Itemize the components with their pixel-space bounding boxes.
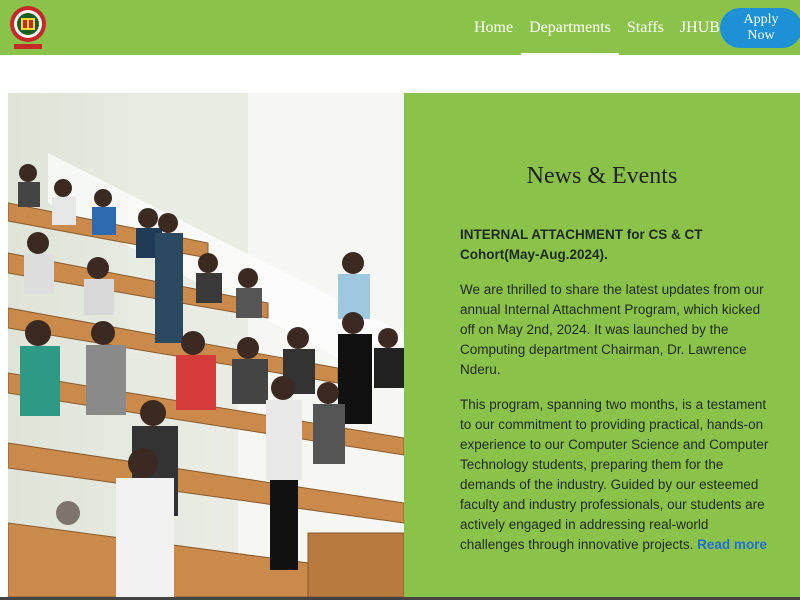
news-events-title: News & Events bbox=[526, 163, 678, 189]
news-body: INTERNAL ATTACHMENT for CS & CT Cohort(M… bbox=[460, 225, 772, 570]
news-events-panel: News & Events INTERNAL ATTACHMENT for CS… bbox=[404, 93, 800, 597]
nav-home[interactable]: Home bbox=[466, 0, 521, 55]
top-header: Home Departments Staffs JHUB Apply Now bbox=[0, 0, 800, 55]
news-paragraph-2: This program, spanning two months, is a … bbox=[460, 395, 772, 555]
nav-departments[interactable]: Departments bbox=[521, 0, 619, 55]
news-paragraph-1: We are thrilled to share the latest upda… bbox=[460, 282, 764, 377]
apply-now-button[interactable]: Apply Now bbox=[720, 8, 800, 48]
main-nav: Home Departments Staffs JHUB bbox=[466, 0, 728, 55]
university-crest-icon[interactable] bbox=[8, 2, 48, 52]
lecture-hall-photo bbox=[8, 93, 404, 597]
news-paragraph-2-text: This program, spanning two months, is a … bbox=[460, 397, 769, 552]
nav-staffs[interactable]: Staffs bbox=[619, 0, 672, 55]
lecture-hall-image bbox=[8, 93, 404, 597]
read-more-link[interactable]: Read more bbox=[697, 537, 767, 552]
news-headline: INTERNAL ATTACHMENT for CS & CT Cohort(M… bbox=[460, 227, 703, 262]
